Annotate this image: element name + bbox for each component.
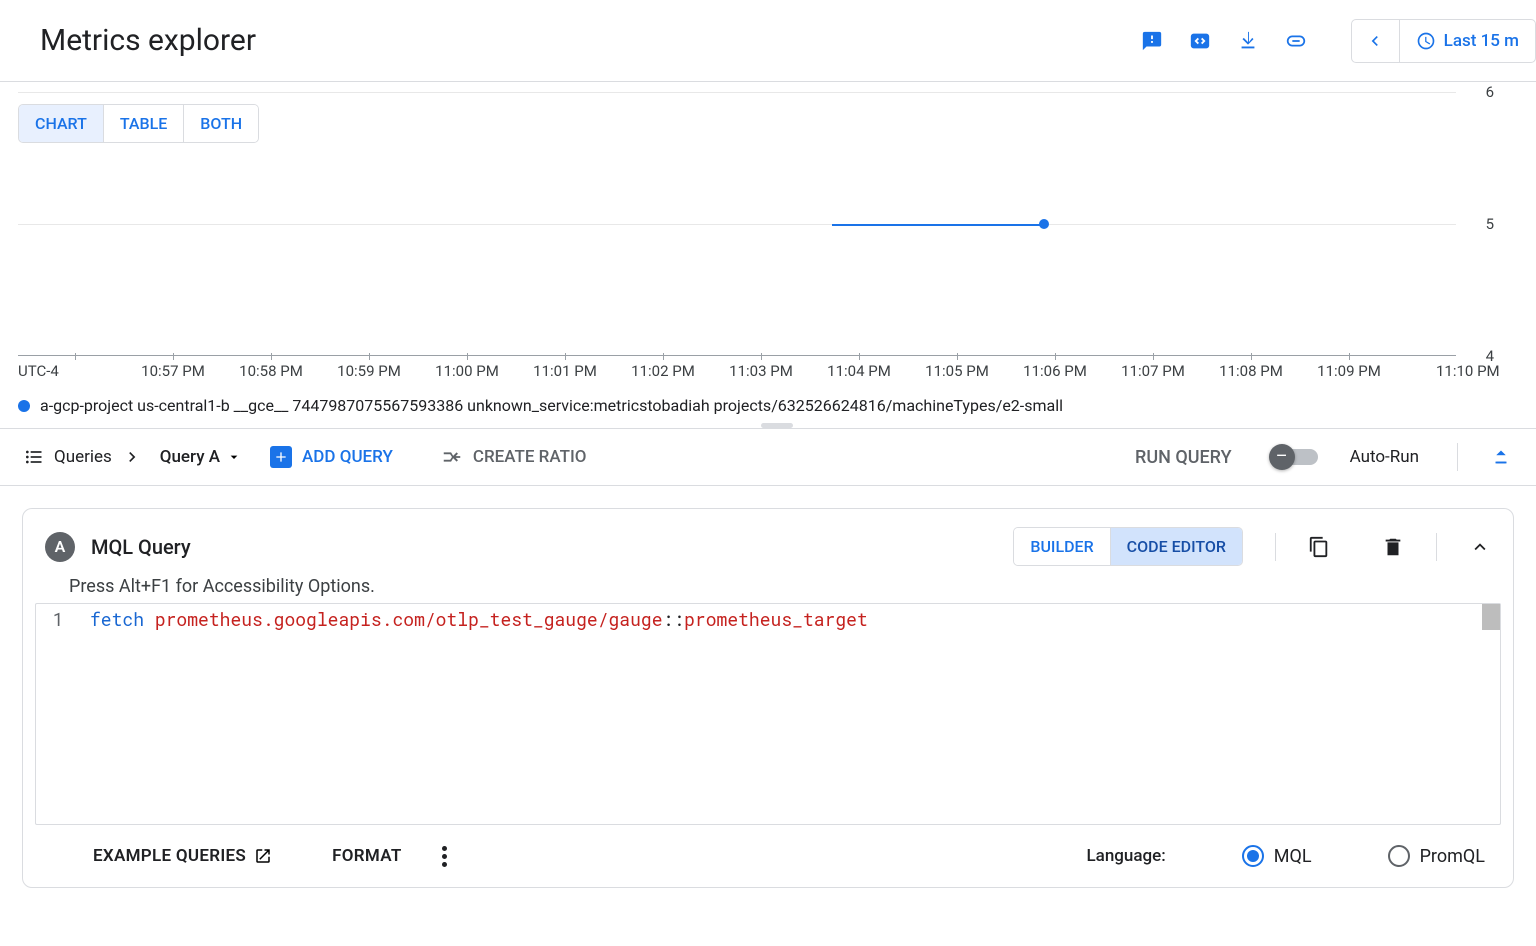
- auto-run-toggle[interactable]: –: [1272, 449, 1318, 465]
- code-icon[interactable]: [1189, 30, 1211, 52]
- x-tick: 11:05 PM: [925, 362, 989, 380]
- radio-promql[interactable]: [1388, 845, 1410, 867]
- header: Metrics explorer Last 15 m: [0, 0, 1536, 82]
- time-prev-button[interactable]: [1352, 20, 1400, 62]
- page-title: Metrics explorer: [40, 23, 256, 58]
- accessibility-hint: Press Alt+F1 for Accessibility Options.: [23, 576, 1513, 603]
- mode-code-editor[interactable]: CODE EDITOR: [1110, 528, 1242, 565]
- view-tabs: CHART TABLE BOTH: [18, 104, 259, 143]
- x-tick: 11:00 PM: [435, 362, 499, 380]
- legend-swatch: [18, 400, 30, 412]
- timezone-label: UTC-4: [18, 362, 59, 380]
- x-axis-labels: UTC-4 10:57 PM 10:58 PM 10:59 PM 11:00 P…: [18, 362, 1456, 386]
- auto-run-label: Auto-Run: [1350, 447, 1419, 467]
- copy-query-button[interactable]: [1308, 536, 1330, 558]
- link-icon[interactable]: [1285, 30, 1307, 52]
- list-icon: [24, 447, 44, 467]
- x-tick: 11:03 PM: [729, 362, 793, 380]
- language-label: Language:: [1086, 846, 1165, 866]
- tab-chart[interactable]: CHART: [19, 105, 103, 142]
- time-range-group: Last 15 m: [1351, 19, 1536, 63]
- add-query-label: ADD QUERY: [302, 447, 393, 467]
- download-icon[interactable]: [1237, 30, 1259, 52]
- x-tick: 11:08 PM: [1219, 362, 1283, 380]
- caret-down-icon: [226, 449, 242, 465]
- x-tick: 10:57 PM: [141, 362, 205, 380]
- x-tick: 11:01 PM: [533, 362, 597, 380]
- more-options-button[interactable]: [442, 846, 447, 867]
- chart-legend[interactable]: a-gcp-project us-central1-b __gce__ 7447…: [18, 396, 1536, 415]
- scrollbar-thumb[interactable]: [1482, 604, 1500, 630]
- x-tick: 11:09 PM: [1317, 362, 1381, 380]
- run-query-button[interactable]: RUN QUERY: [1135, 447, 1232, 468]
- example-queries-button[interactable]: EXAMPLE QUERIES: [93, 846, 272, 866]
- x-tick: 11:07 PM: [1121, 362, 1185, 380]
- query-bar: Queries Query A ADD QUERY CREATE RATIO R…: [0, 428, 1536, 486]
- y-tick: 5: [1486, 215, 1494, 233]
- x-tick: 11:06 PM: [1023, 362, 1087, 380]
- language-promql[interactable]: PromQL: [1388, 845, 1485, 867]
- x-axis: [18, 355, 1456, 356]
- queries-label: Queries: [54, 447, 112, 467]
- feedback-icon[interactable]: [1141, 30, 1163, 52]
- editor-title: MQL Query: [91, 535, 191, 559]
- collapse-panel-button[interactable]: [1490, 446, 1512, 468]
- chart-area: CHART TABLE BOTH 6 5 4 UTC-4 10:57 PM 10…: [0, 92, 1536, 428]
- y-tick: 6: [1486, 83, 1494, 101]
- add-query-button[interactable]: ADD QUERY: [270, 446, 393, 468]
- panel-resize-handle[interactable]: [761, 423, 793, 428]
- legend-text: a-gcp-project us-central1-b __gce__ 7447…: [40, 396, 1063, 415]
- code-line-1[interactable]: fetch prometheus.googleapis.com/otlp_tes…: [80, 606, 868, 632]
- create-ratio-button[interactable]: CREATE RATIO: [441, 446, 587, 468]
- collapse-editor-button[interactable]: [1469, 536, 1491, 558]
- editor-footer: EXAMPLE QUERIES FORMAT Language: MQL Pro…: [23, 825, 1513, 887]
- editor-mode-tabs: BUILDER CODE EDITOR: [1013, 527, 1243, 566]
- time-range-button[interactable]: Last 15 m: [1400, 31, 1535, 51]
- x-tick: 11:10 PM: [1436, 362, 1500, 380]
- tab-table[interactable]: TABLE: [103, 105, 183, 142]
- open-in-new-icon: [254, 847, 272, 865]
- x-tick: 10:58 PM: [239, 362, 303, 380]
- query-editor-panel: A MQL Query BUILDER CODE EDITOR Press Al…: [22, 508, 1514, 888]
- header-actions: Last 15 m: [1141, 19, 1536, 63]
- language-mql[interactable]: MQL: [1242, 845, 1312, 867]
- editor-header: A MQL Query BUILDER CODE EDITOR: [23, 509, 1513, 576]
- series-line: [832, 224, 1044, 226]
- plus-icon: [270, 446, 292, 468]
- tab-both[interactable]: BOTH: [183, 105, 258, 142]
- clock-icon: [1416, 31, 1436, 51]
- query-selector[interactable]: Query A: [160, 447, 242, 467]
- selected-query-label: Query A: [160, 447, 220, 467]
- mode-builder[interactable]: BUILDER: [1014, 528, 1109, 565]
- chevron-right-icon: [122, 447, 142, 467]
- x-tick: 11:04 PM: [827, 362, 891, 380]
- create-ratio-label: CREATE RATIO: [473, 447, 587, 467]
- toggle-knob: –: [1269, 444, 1295, 470]
- query-badge: A: [45, 532, 75, 562]
- queries-list-button[interactable]: Queries: [24, 447, 142, 467]
- line-number: 1: [36, 606, 80, 632]
- x-tick: 10:59 PM: [337, 362, 401, 380]
- merge-icon: [441, 446, 463, 468]
- delete-query-button[interactable]: [1382, 536, 1404, 558]
- code-editor[interactable]: 1 fetch prometheus.googleapis.com/otlp_t…: [35, 603, 1501, 825]
- format-button[interactable]: FORMAT: [332, 846, 401, 866]
- time-range-label: Last 15 m: [1444, 31, 1519, 51]
- series-point[interactable]: [1039, 219, 1049, 229]
- x-tick: 11:02 PM: [631, 362, 695, 380]
- radio-mql[interactable]: [1242, 845, 1264, 867]
